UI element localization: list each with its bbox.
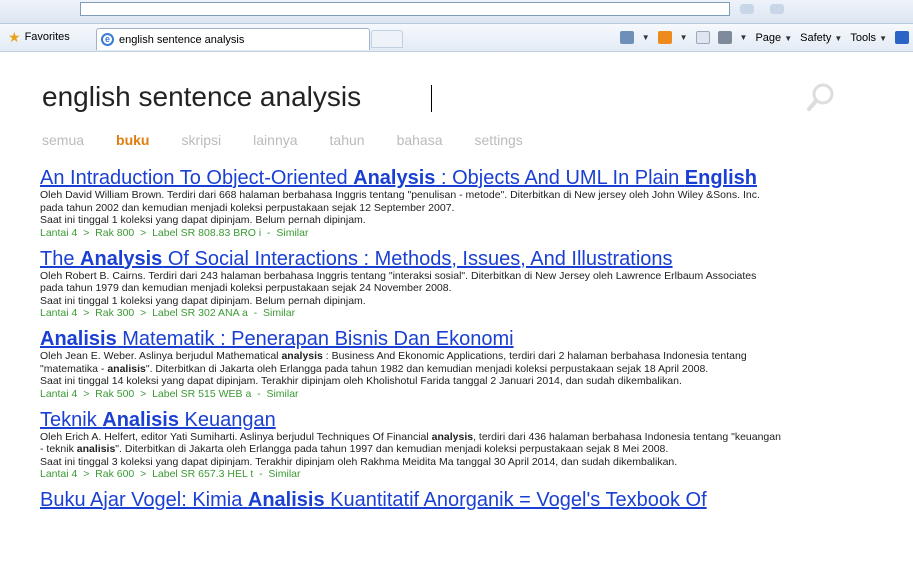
browser-toolbar <box>0 0 913 24</box>
filter-tab-buku[interactable]: buku <box>116 132 149 148</box>
result-description: Saat ini tinggal 1 koleksi yang dapat di… <box>40 214 366 226</box>
search-icon[interactable] <box>806 82 836 112</box>
result-description: Oleh Erich A. Helfert, editor Yati Sumih… <box>40 430 781 443</box>
results-list: An Intraduction To Object-Oriented Analy… <box>40 167 900 519</box>
result-description: Saat ini tinggal 1 koleksi yang dapat di… <box>40 294 366 307</box>
filter-tab-lainnya[interactable]: lainnya <box>253 132 297 148</box>
tab-title: english sentence analysis <box>119 33 245 46</box>
result-description: "matematika - analisis". Diterbitkan di … <box>40 362 709 375</box>
address-bar[interactable] <box>80 2 730 16</box>
star-icon: ★ <box>8 29 21 45</box>
result-location: Lantai 4 > Rak 500 > Label SR 515 WEB a … <box>40 387 299 400</box>
result-description: Saat ini tinggal 3 koleksi yang dapat di… <box>40 455 678 468</box>
chevron-down-icon[interactable]: ▼ <box>680 33 688 42</box>
list-item: Analisis Matematik : Penerapan Bisnis Da… <box>40 328 900 401</box>
result-description: Saat ini tinggal 14 koleksi yang dapat d… <box>40 375 682 387</box>
safety-menu[interactable]: Safety ▼ <box>800 32 842 44</box>
filter-tab-bahasa[interactable]: bahasa <box>397 132 443 148</box>
list-item: Teknik Analisis Keuangan Oleh Erich A. He… <box>40 409 900 482</box>
result-description: - teknik analisis". Diterbitkan di Jakar… <box>40 443 669 455</box>
search-input[interactable] <box>34 72 774 122</box>
result-location: Lantai 4 > Rak 800 > Label SR 808.83 BRO… <box>40 226 309 239</box>
result-title-link[interactable]: The Analysis Of Social Interactions : Me… <box>40 248 900 270</box>
toolbar-button[interactable] <box>740 4 754 14</box>
filter-tab-tahun[interactable]: tahun <box>330 132 365 148</box>
new-tab-button[interactable] <box>371 30 403 48</box>
list-item: An Intraduction To Object-Oriented Analy… <box>40 167 900 240</box>
similar-link[interactable]: Similar <box>276 227 308 239</box>
toolbar-button[interactable] <box>770 4 784 14</box>
similar-link[interactable]: Similar <box>268 468 300 480</box>
similar-link[interactable]: Similar <box>263 307 295 319</box>
page-menu[interactable]: Page ▼ <box>755 32 792 44</box>
print-icon[interactable] <box>717 31 732 44</box>
filter-tab-settings[interactable]: settings <box>475 132 523 148</box>
command-bar: ▼ ▼ ▼ Page ▼ Safety ▼ Tools ▼ <box>619 31 909 44</box>
filter-tab-semua[interactable]: semua <box>42 132 84 148</box>
result-title-link[interactable]: Teknik Analisis Keuangan <box>40 409 900 431</box>
result-title-link[interactable]: An Intraduction To Object-Oriented Analy… <box>40 167 900 189</box>
result-description: Oleh David William Brown. Terdiri dari 6… <box>40 189 760 201</box>
favorites-label: Favorites <box>24 31 70 43</box>
result-location: Lantai 4 > Rak 600 > Label SR 657.3 HEL … <box>40 468 301 480</box>
text-cursor <box>431 85 432 112</box>
similar-link[interactable]: Similar <box>266 388 298 400</box>
list-item: Buku Ajar Vogel: Kimia Analisis Kuantita… <box>40 489 900 511</box>
result-title-link[interactable]: Buku Ajar Vogel: Kimia Analisis Kuantita… <box>40 489 900 511</box>
result-title-link[interactable]: Analisis Matematik : Penerapan Bisnis Da… <box>40 328 900 350</box>
browser-tab[interactable]: e english sentence analysis <box>96 28 370 50</box>
chevron-down-icon[interactable]: ▼ <box>740 33 748 42</box>
list-item: The Analysis Of Social Interactions : Me… <box>40 248 900 321</box>
filter-tabs: semua buku skripsi lainnya tahun bahasa settin… <box>42 132 555 148</box>
favorites-bar: ★ Favorites e english sentence analysis … <box>0 24 913 52</box>
search-box <box>34 72 834 122</box>
result-description: pada tahun 1979 dan kemudian menjadi kol… <box>40 282 452 294</box>
result-description: Oleh Jean E. Weber. Aslinya berjudul Mat… <box>40 350 747 362</box>
result-description: Oleh Robert B. Cairns. Terdiri dari 243 … <box>40 269 757 282</box>
mail-icon[interactable] <box>695 31 710 44</box>
chevron-down-icon[interactable]: ▼ <box>642 33 650 42</box>
filter-tab-skripsi[interactable]: skripsi <box>181 132 221 148</box>
result-location: Lantai 4 > Rak 300 > Label SR 302 ANA a … <box>40 307 296 319</box>
result-description: pada tahun 2002 dan kemudian menjadi kol… <box>40 201 455 214</box>
tools-menu[interactable]: Tools ▼ <box>850 32 887 44</box>
help-icon[interactable] <box>895 31 909 44</box>
rss-icon[interactable] <box>657 31 672 44</box>
ie-icon: e <box>101 33 114 46</box>
favorites-button[interactable]: ★ Favorites <box>8 29 70 45</box>
home-icon[interactable] <box>619 31 634 44</box>
